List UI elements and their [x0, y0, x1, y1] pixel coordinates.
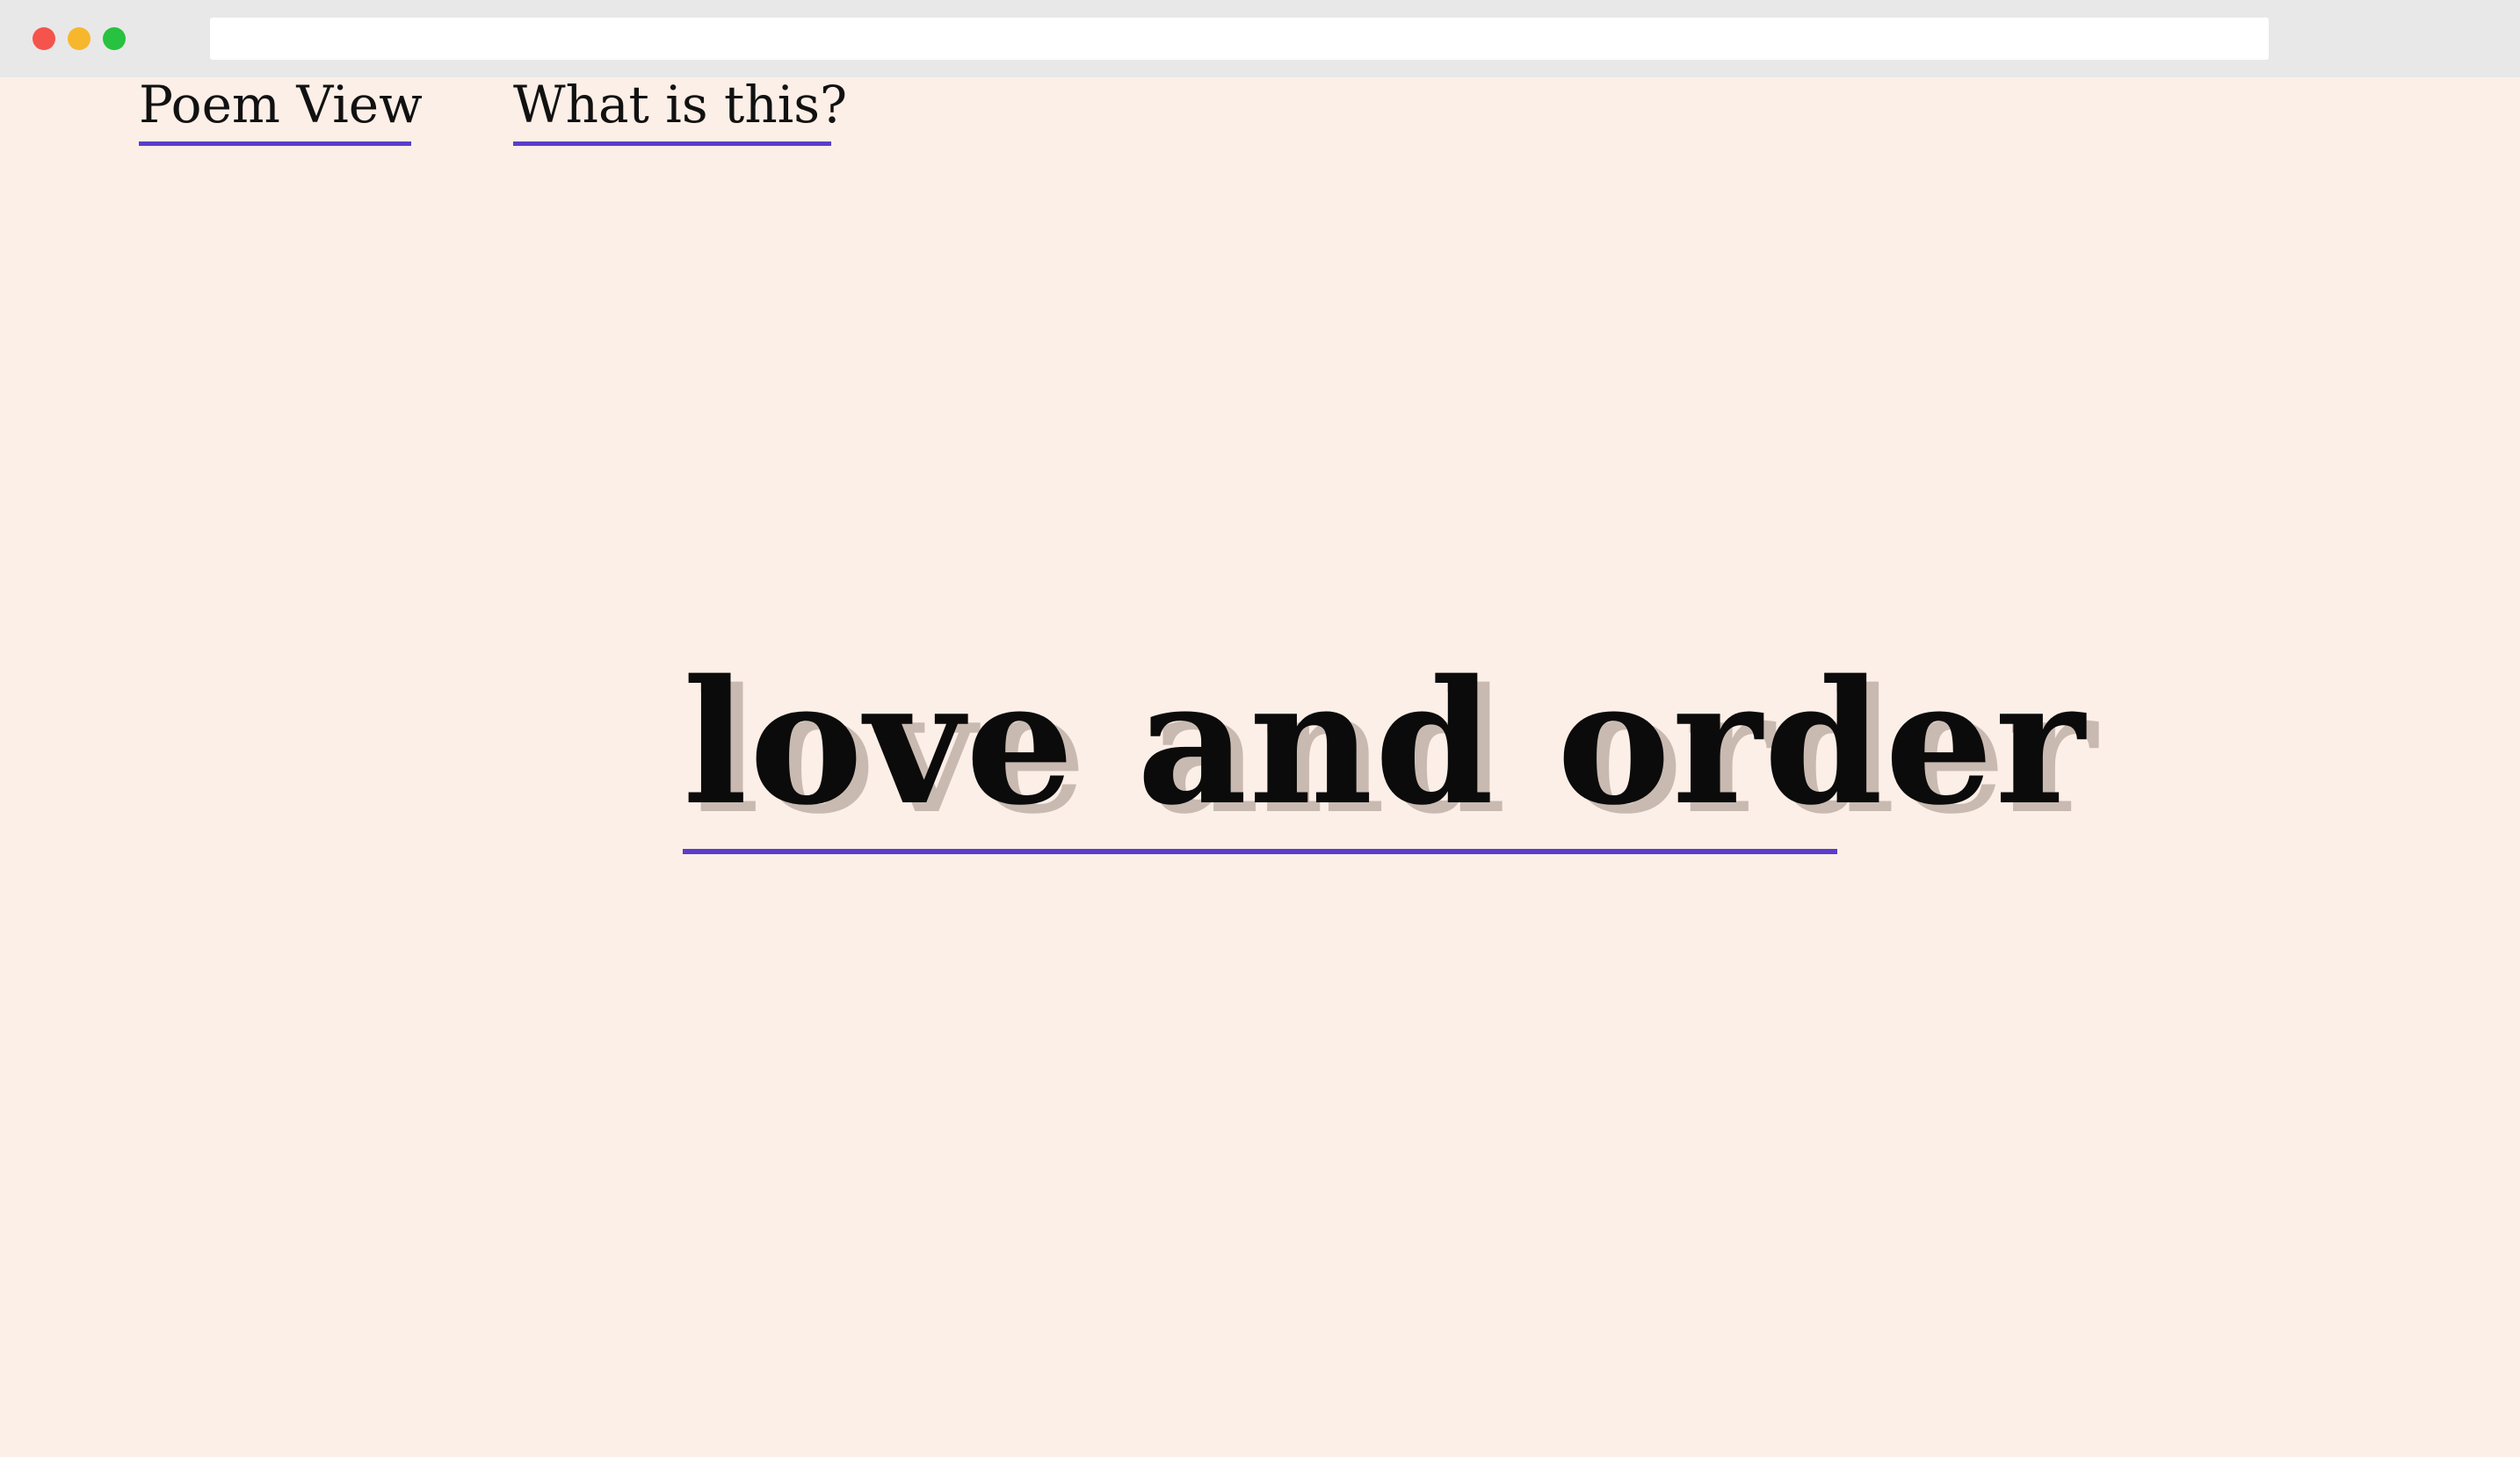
title-underline [683, 849, 1837, 854]
poem-title-link[interactable]: love and order [683, 642, 2087, 857]
minimize-window-icon[interactable] [68, 27, 91, 50]
poem-view-link[interactable]: Poem View [139, 77, 423, 146]
address-bar[interactable] [210, 18, 2269, 60]
browser-chrome [0, 0, 2520, 77]
what-is-this-link[interactable]: What is this? [513, 77, 847, 146]
close-window-icon[interactable] [33, 27, 55, 50]
poem-title: love and order [683, 642, 2087, 843]
maximize-window-icon[interactable] [103, 27, 126, 50]
